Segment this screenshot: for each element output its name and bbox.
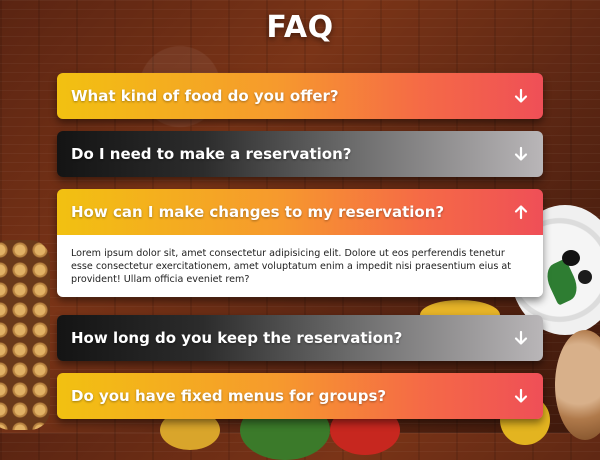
bread-background [555,330,600,440]
olive-background [578,270,592,284]
faq-item-expanded: How can I make changes to my reservation… [57,189,543,297]
arrow-down-icon[interactable] [513,146,529,162]
faq-question-header[interactable]: How long do you keep the reservation? [57,315,543,361]
faq-item: Do you have fixed menus for groups? [57,373,543,419]
faq-item: How long do you keep the reservation? [57,315,543,361]
faq-question-header[interactable]: Do you have fixed menus for groups? [57,373,543,419]
arrow-down-icon[interactable] [513,330,529,346]
faq-question-text: What kind of food do you offer? [71,87,339,105]
faq-question-text: Do I need to make a reservation? [71,145,352,163]
arrow-down-icon[interactable] [513,388,529,404]
faq-question-header[interactable]: How can I make changes to my reservation… [57,189,543,235]
page-title: FAQ [266,10,334,45]
pasta-background [0,240,50,430]
faq-question-text: Do you have fixed menus for groups? [71,387,387,405]
faq-question-header[interactable]: Do I need to make a reservation? [57,131,543,177]
arrow-down-icon[interactable] [513,88,529,104]
faq-answer-text: Lorem ipsum dolor sit, amet consectetur … [57,235,543,297]
olive-background [562,250,580,266]
faq-item: Do I need to make a reservation? [57,131,543,177]
arrow-up-icon[interactable] [513,204,529,220]
faq-question-text: How long do you keep the reservation? [71,329,403,347]
faq-question-text: How can I make changes to my reservation… [71,203,445,221]
faq-item: What kind of food do you offer? [57,73,543,119]
faq-question-header[interactable]: What kind of food do you offer? [57,73,543,119]
